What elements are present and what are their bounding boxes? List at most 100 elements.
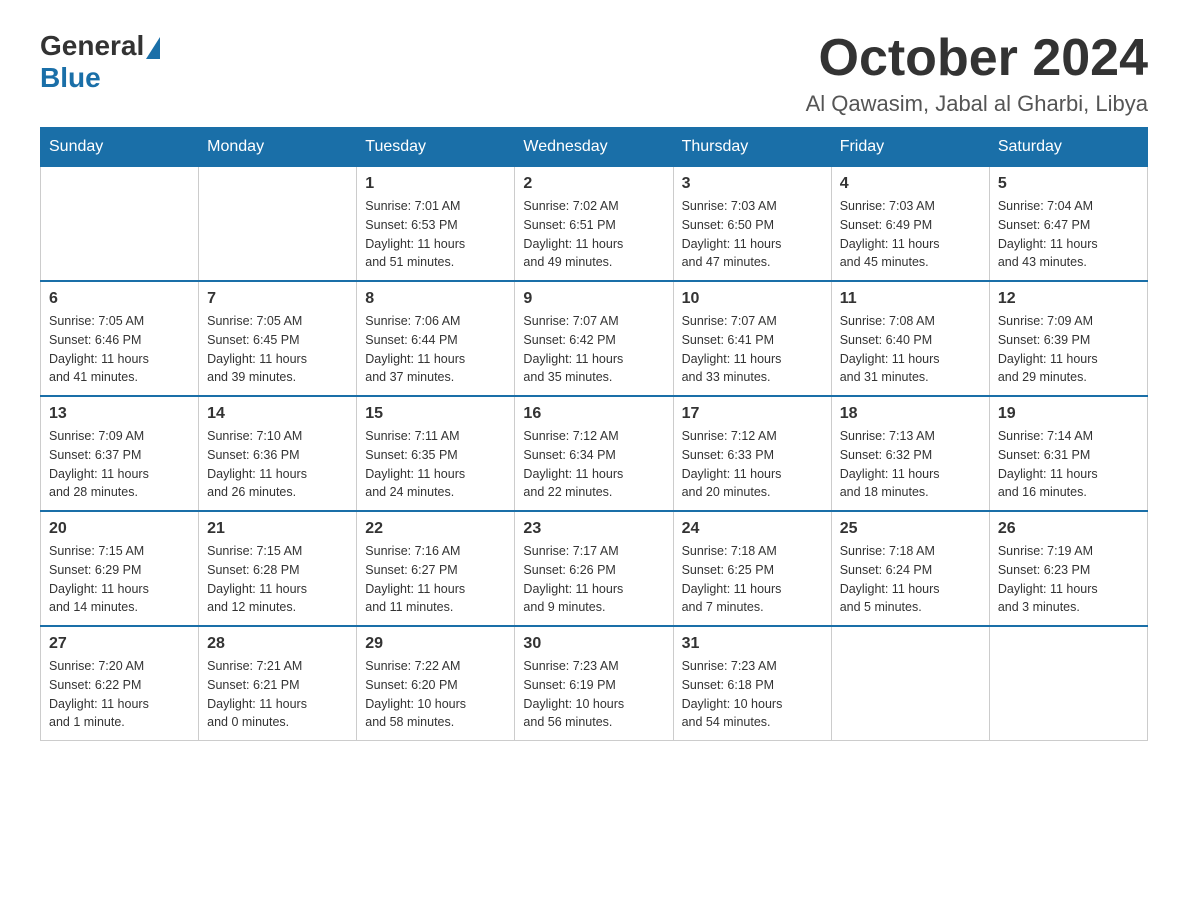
day-number: 8 — [365, 290, 506, 308]
page-header: General Blue October 2024 Al Qawasim, Ja… — [40, 30, 1148, 117]
calendar-day-cell: 10Sunrise: 7:07 AM Sunset: 6:41 PM Dayli… — [673, 281, 831, 396]
logo-triangle-icon — [146, 37, 160, 59]
day-info: Sunrise: 7:22 AM Sunset: 6:20 PM Dayligh… — [365, 657, 506, 732]
day-info: Sunrise: 7:13 AM Sunset: 6:32 PM Dayligh… — [840, 427, 981, 502]
day-number: 11 — [840, 290, 981, 308]
calendar-day-header-saturday: Saturday — [989, 128, 1147, 167]
logo-general-text: General — [40, 30, 144, 62]
calendar-day-cell: 14 Sunrise: 7:10 AM Sunset: 6:36 PM Dayli… — [199, 396, 357, 511]
calendar-day-header-monday: Monday — [199, 128, 357, 167]
day-number: 18 — [840, 405, 981, 423]
day-number: 29 — [365, 635, 506, 653]
day-number: 31 — [682, 635, 823, 653]
day-number: 17 — [682, 405, 823, 423]
day-number: 12 — [998, 290, 1139, 308]
day-number: 30 — [523, 635, 664, 653]
day-info: Sunrise: 7:01 AM Sunset: 6:53 PM Dayligh… — [365, 197, 506, 272]
calendar-day-cell: 9Sunrise: 7:07 AM Sunset: 6:42 PM Daylig… — [515, 281, 673, 396]
day-number: 26 — [998, 520, 1139, 538]
calendar-day-cell: 21 Sunrise: 7:15 AM Sunset: 6:28 PM Dayli… — [199, 511, 357, 626]
day-info: Sunrise: 7:07 AM Sunset: 6:41 PM Dayligh… — [682, 312, 823, 387]
calendar-day-header-tuesday: Tuesday — [357, 128, 515, 167]
calendar-day-cell: 3 Sunrise: 7:03 AM Sunset: 6:50 PM Daylig… — [673, 167, 831, 282]
day-info: Sunrise: 7:19 AM Sunset: 6:23 PM Dayligh… — [998, 542, 1139, 617]
logo-blue-text: Blue — [40, 62, 160, 94]
day-number: 4 — [840, 175, 981, 193]
calendar-day-cell — [989, 626, 1147, 741]
day-info: Sunrise: 7:15 AM Sunset: 6:28 PM Dayligh… — [207, 542, 348, 617]
day-info: Sunrise: 7:15 AM Sunset: 6:29 PM Dayligh… — [49, 542, 190, 617]
day-info: Sunrise: 7:18 AM Sunset: 6:24 PM Dayligh… — [840, 542, 981, 617]
day-info: Sunrise: 7:09 AM Sunset: 6:39 PM Dayligh… — [998, 312, 1139, 387]
calendar-day-cell: 15Sunrise: 7:11 AM Sunset: 6:35 PM Dayli… — [357, 396, 515, 511]
calendar-day-cell: 17 Sunrise: 7:12 AM Sunset: 6:33 PM Dayli… — [673, 396, 831, 511]
calendar-day-cell: 29 Sunrise: 7:22 AM Sunset: 6:20 PM Dayli… — [357, 626, 515, 741]
day-info: Sunrise: 7:04 AM Sunset: 6:47 PM Dayligh… — [998, 197, 1139, 272]
day-number: 5 — [998, 175, 1139, 193]
day-number: 3 — [682, 175, 823, 193]
day-info: Sunrise: 7:05 AM Sunset: 6:45 PM Dayligh… — [207, 312, 348, 387]
day-number: 14 — [207, 405, 348, 423]
day-info: Sunrise: 7:23 AM Sunset: 6:18 PM Dayligh… — [682, 657, 823, 732]
day-info: Sunrise: 7:21 AM Sunset: 6:21 PM Dayligh… — [207, 657, 348, 732]
calendar-day-cell: 31 Sunrise: 7:23 AM Sunset: 6:18 PM Dayli… — [673, 626, 831, 741]
day-info: Sunrise: 7:14 AM Sunset: 6:31 PM Dayligh… — [998, 427, 1139, 502]
day-number: 7 — [207, 290, 348, 308]
day-number: 28 — [207, 635, 348, 653]
day-number: 27 — [49, 635, 190, 653]
day-info: Sunrise: 7:05 AM Sunset: 6:46 PM Dayligh… — [49, 312, 190, 387]
day-info: Sunrise: 7:08 AM Sunset: 6:40 PM Dayligh… — [840, 312, 981, 387]
day-info: Sunrise: 7:20 AM Sunset: 6:22 PM Dayligh… — [49, 657, 190, 732]
calendar-day-cell — [199, 167, 357, 282]
calendar-day-cell — [41, 167, 199, 282]
day-number: 15 — [365, 405, 506, 423]
calendar-day-cell: 22Sunrise: 7:16 AM Sunset: 6:27 PM Dayli… — [357, 511, 515, 626]
day-number: 25 — [840, 520, 981, 538]
logo: General Blue — [40, 30, 160, 94]
day-info: Sunrise: 7:10 AM Sunset: 6:36 PM Dayligh… — [207, 427, 348, 502]
calendar-day-cell: 16Sunrise: 7:12 AM Sunset: 6:34 PM Dayli… — [515, 396, 673, 511]
day-info: Sunrise: 7:09 AM Sunset: 6:37 PM Dayligh… — [49, 427, 190, 502]
day-number: 2 — [523, 175, 664, 193]
day-number: 9 — [523, 290, 664, 308]
calendar-day-cell: 28 Sunrise: 7:21 AM Sunset: 6:21 PM Dayli… — [199, 626, 357, 741]
calendar-day-cell: 27 Sunrise: 7:20 AM Sunset: 6:22 PM Dayli… — [41, 626, 199, 741]
calendar-day-cell: 26 Sunrise: 7:19 AM Sunset: 6:23 PM Dayli… — [989, 511, 1147, 626]
calendar-day-cell: 5 Sunrise: 7:04 AM Sunset: 6:47 PM Daylig… — [989, 167, 1147, 282]
month-title: October 2024 — [806, 30, 1148, 87]
location-title: Al Qawasim, Jabal al Gharbi, Libya — [806, 91, 1148, 117]
calendar-week-row: 27 Sunrise: 7:20 AM Sunset: 6:22 PM Dayli… — [41, 626, 1148, 741]
day-number: 13 — [49, 405, 190, 423]
day-info: Sunrise: 7:17 AM Sunset: 6:26 PM Dayligh… — [523, 542, 664, 617]
day-info: Sunrise: 7:18 AM Sunset: 6:25 PM Dayligh… — [682, 542, 823, 617]
calendar-week-row: 6 Sunrise: 7:05 AM Sunset: 6:46 PM Daylig… — [41, 281, 1148, 396]
day-number: 21 — [207, 520, 348, 538]
calendar-day-cell: 4 Sunrise: 7:03 AM Sunset: 6:49 PM Daylig… — [831, 167, 989, 282]
calendar-header-row: SundayMondayTuesdayWednesdayThursdayFrid… — [41, 128, 1148, 167]
day-info: Sunrise: 7:12 AM Sunset: 6:34 PM Dayligh… — [523, 427, 664, 502]
day-info: Sunrise: 7:03 AM Sunset: 6:50 PM Dayligh… — [682, 197, 823, 272]
day-number: 19 — [998, 405, 1139, 423]
calendar-day-cell: 7 Sunrise: 7:05 AM Sunset: 6:45 PM Daylig… — [199, 281, 357, 396]
calendar-day-cell: 23 Sunrise: 7:17 AM Sunset: 6:26 PM Dayli… — [515, 511, 673, 626]
day-info: Sunrise: 7:03 AM Sunset: 6:49 PM Dayligh… — [840, 197, 981, 272]
day-number: 6 — [49, 290, 190, 308]
calendar-day-cell: 6 Sunrise: 7:05 AM Sunset: 6:46 PM Daylig… — [41, 281, 199, 396]
day-number: 1 — [365, 175, 506, 193]
day-info: Sunrise: 7:06 AM Sunset: 6:44 PM Dayligh… — [365, 312, 506, 387]
calendar-day-header-thursday: Thursday — [673, 128, 831, 167]
calendar-day-cell: 18 Sunrise: 7:13 AM Sunset: 6:32 PM Dayli… — [831, 396, 989, 511]
calendar-day-cell: 24 Sunrise: 7:18 AM Sunset: 6:25 PM Dayli… — [673, 511, 831, 626]
calendar-week-row: 20Sunrise: 7:15 AM Sunset: 6:29 PM Dayli… — [41, 511, 1148, 626]
calendar-day-header-wednesday: Wednesday — [515, 128, 673, 167]
calendar-day-header-sunday: Sunday — [41, 128, 199, 167]
calendar-day-cell: 11 Sunrise: 7:08 AM Sunset: 6:40 PM Dayli… — [831, 281, 989, 396]
day-number: 24 — [682, 520, 823, 538]
day-info: Sunrise: 7:02 AM Sunset: 6:51 PM Dayligh… — [523, 197, 664, 272]
day-number: 23 — [523, 520, 664, 538]
calendar-day-cell: 19 Sunrise: 7:14 AM Sunset: 6:31 PM Dayli… — [989, 396, 1147, 511]
day-info: Sunrise: 7:12 AM Sunset: 6:33 PM Dayligh… — [682, 427, 823, 502]
calendar-day-cell: 2 Sunrise: 7:02 AM Sunset: 6:51 PM Daylig… — [515, 167, 673, 282]
calendar-day-cell: 25 Sunrise: 7:18 AM Sunset: 6:24 PM Dayli… — [831, 511, 989, 626]
calendar-day-cell: 30Sunrise: 7:23 AM Sunset: 6:19 PM Dayli… — [515, 626, 673, 741]
